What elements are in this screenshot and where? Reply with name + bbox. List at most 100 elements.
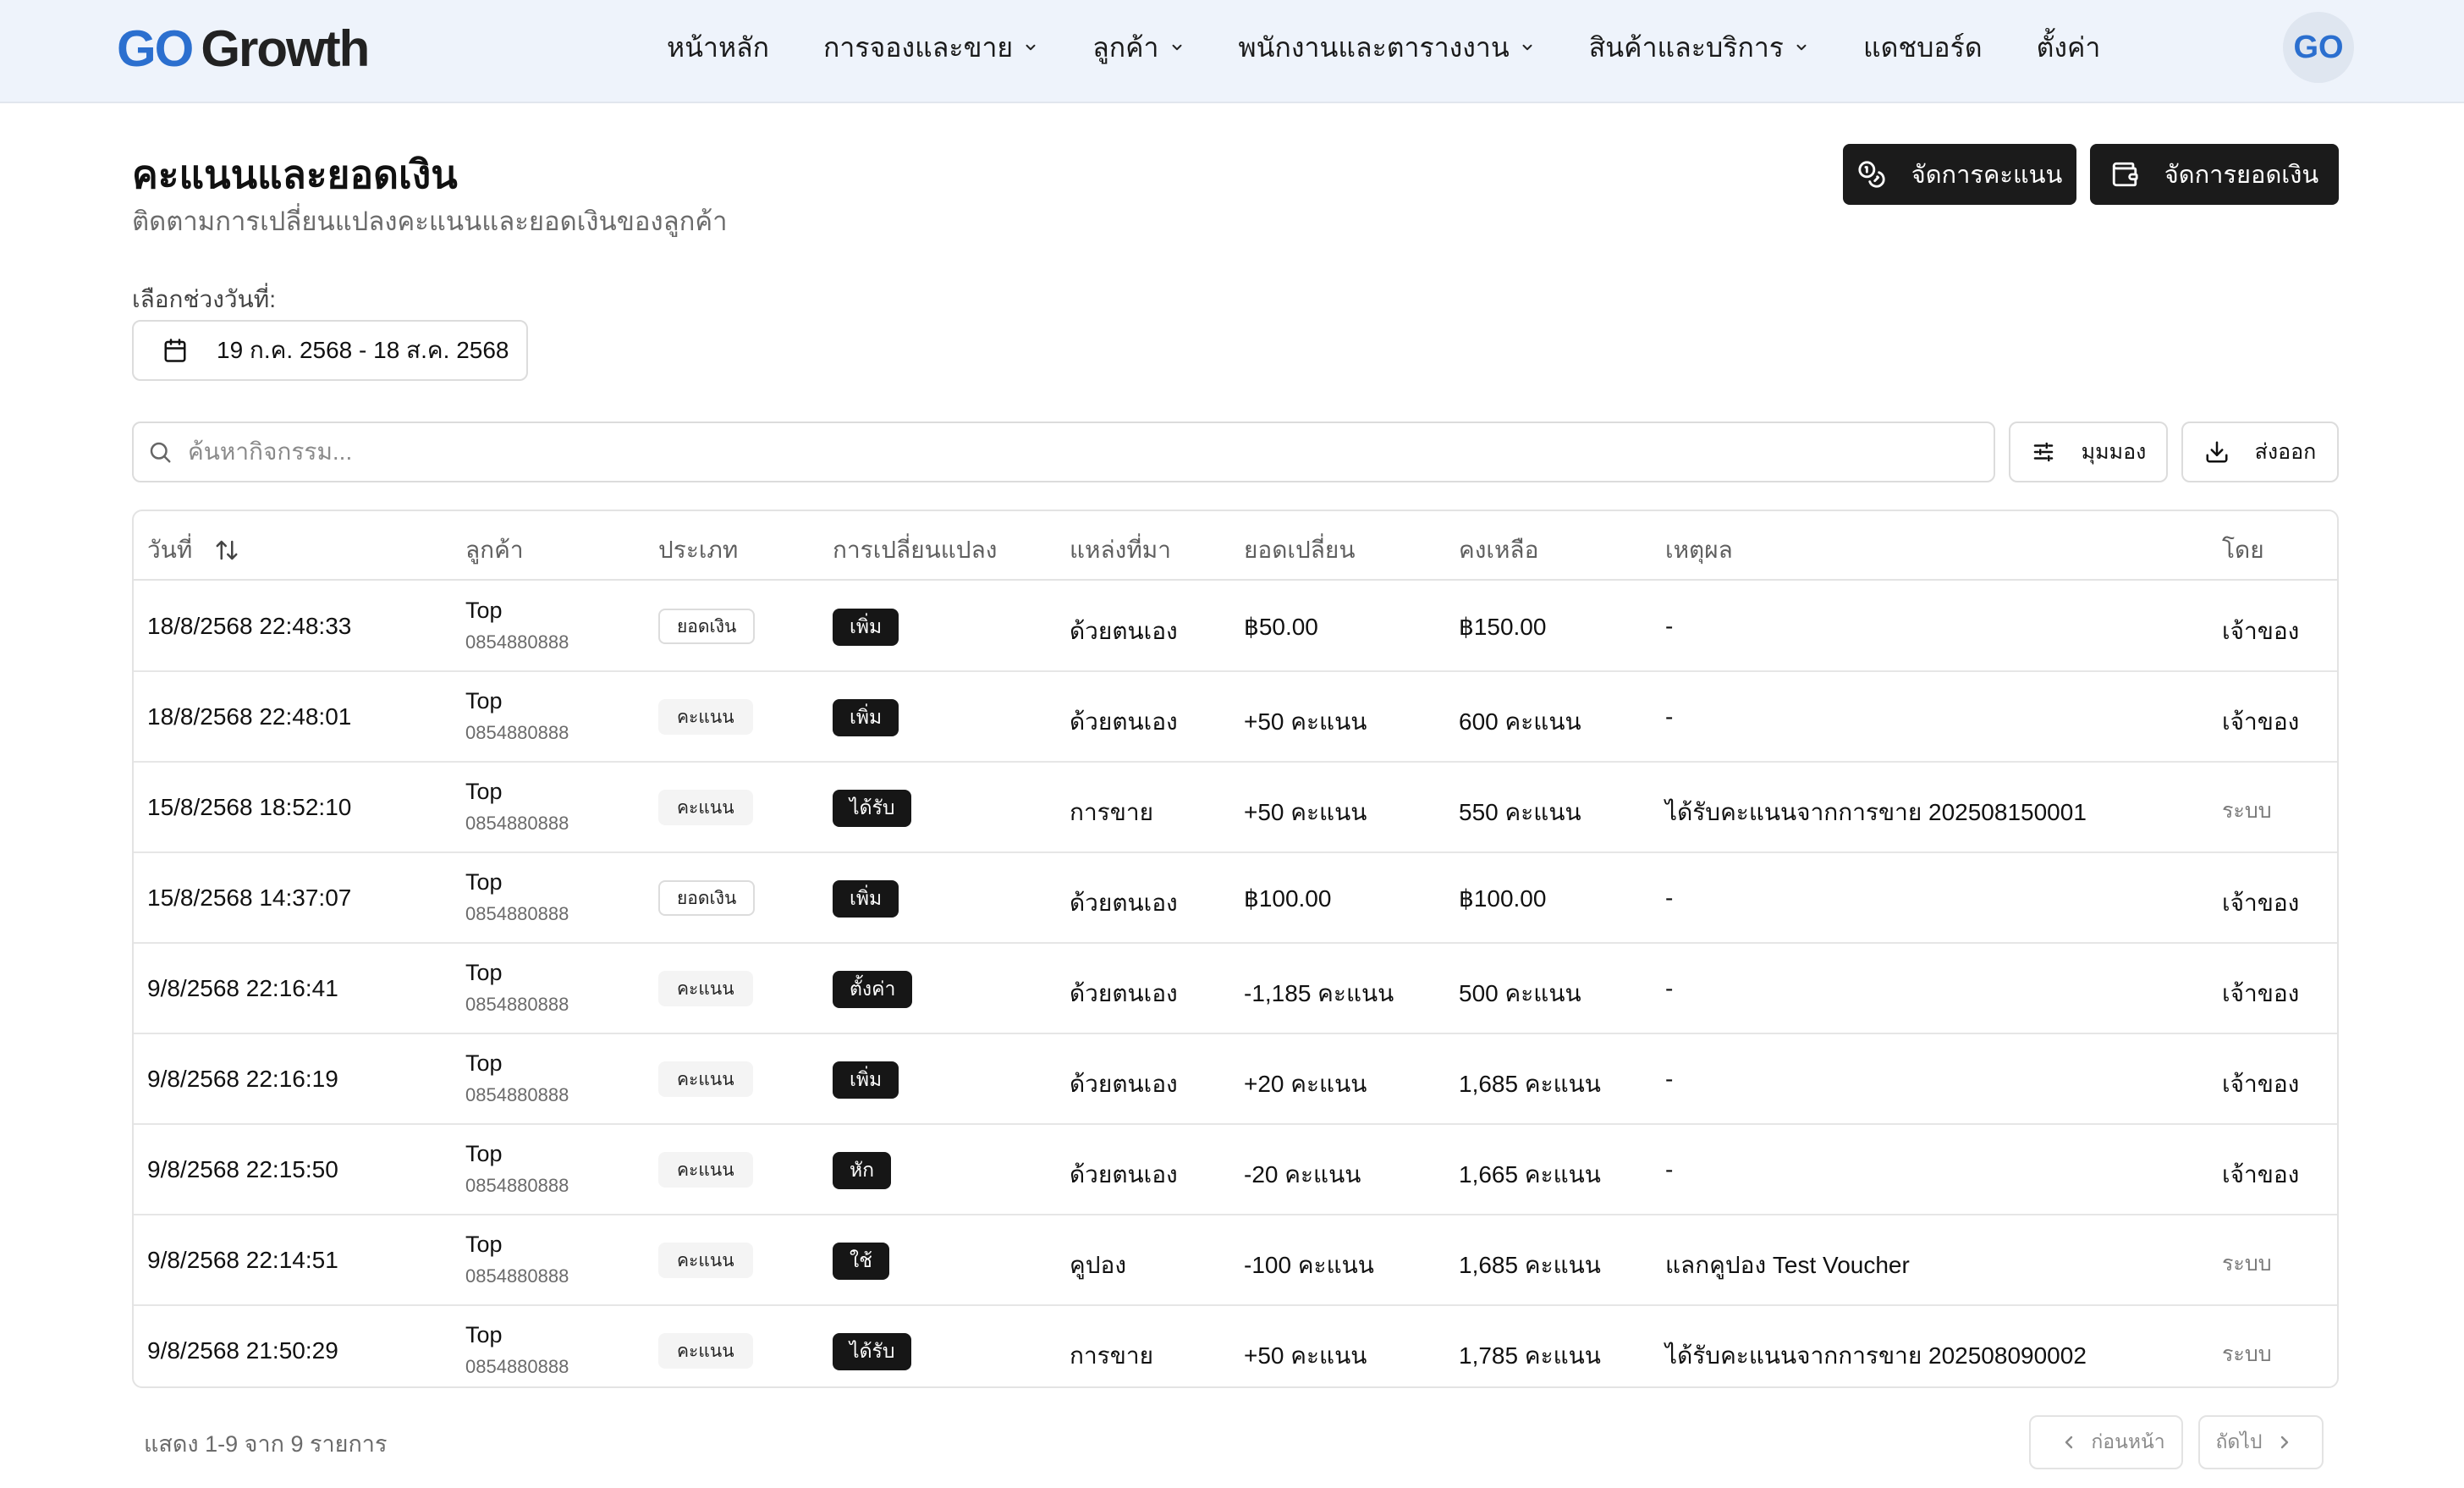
row-date: 9/8/2568 22:16:19 — [147, 1066, 338, 1092]
top-navbar: GO Growth หน้าหลัก การจองและขาย ลูกค้า พนัก… — [0, 0, 2464, 103]
type-badge: คะแนน — [658, 971, 753, 1006]
row-by: ระบบ — [2222, 1342, 2272, 1366]
nav-item-5[interactable]: แดชบอร์ด — [1863, 26, 1983, 69]
activity-table: วันที่ ลูกค้า ประเภท การเปลี่ยนแปลง แหล่… — [132, 510, 2339, 1388]
nav-item-6[interactable]: ตั้งค่า — [2037, 26, 2101, 69]
row-source: ด้วยตนเอง — [1070, 708, 1178, 735]
user-avatar[interactable]: GO — [2283, 12, 2354, 83]
pagination-summary: แสดง 1-9 จาก 9 รายการ — [144, 1431, 388, 1457]
export-label: ส่งออก — [2254, 440, 2317, 464]
date-range-picker[interactable]: 19 ก.ค. 2568 - 18 ส.ค. 2568 — [132, 320, 528, 381]
customer-name[interactable]: Top — [465, 779, 503, 805]
nav-item-2[interactable]: ลูกค้า — [1092, 26, 1184, 69]
nav-item-0[interactable]: หน้าหลัก — [667, 26, 769, 69]
row-source: การขาย — [1070, 799, 1153, 825]
row-source: ด้วยตนเอง — [1070, 618, 1178, 644]
row-reason: แลกคูปอง Test Voucher — [1665, 1252, 1910, 1278]
table-row[interactable]: 9/8/2568 22:16:19 Top 0854880888 คะแนน เพิ่ม… — [134, 1035, 2337, 1125]
customer-phone: 0854880888 — [465, 1084, 569, 1105]
nav-item-4[interactable]: สินค้าและบริการ — [1589, 26, 1809, 69]
column-header-remaining: คงเหลือ — [1459, 537, 1539, 563]
export-button[interactable]: ส่งออก — [2181, 422, 2339, 482]
next-page-label: ถัดไป — [2215, 1430, 2263, 1452]
customer-phone: 0854880888 — [465, 994, 569, 1015]
page-title: คะแนนและยอดเงิน — [132, 152, 458, 196]
table-row[interactable]: 18/8/2568 22:48:33 Top 0854880888 ยอดเงิน เพ… — [134, 582, 2337, 672]
row-date: 9/8/2568 22:16:41 — [147, 975, 338, 1001]
type-badge: คะแนน — [658, 1152, 753, 1188]
go-growth-logo[interactable]: GO Growth — [117, 19, 370, 78]
chevron-down-icon — [1796, 44, 1807, 51]
customer-name[interactable]: Top — [465, 869, 503, 896]
row-amount: ฿50.00 — [1244, 614, 1318, 640]
sort-arrows-icon[interactable] — [214, 537, 239, 563]
row-reason: - — [1665, 1156, 1674, 1182]
table-row[interactable]: 9/8/2568 22:14:51 Top 0854880888 คะแนน ใช้ คู… — [134, 1216, 2337, 1306]
manage-points-button[interactable]: จัดการคะแนน — [1843, 144, 2076, 205]
row-by: เจ้าของ — [2222, 1161, 2300, 1188]
type-badge: คะแนน — [658, 1243, 753, 1278]
customer-name[interactable]: Top — [465, 1322, 503, 1348]
column-header-amount: ยอดเปลี่ยน — [1244, 537, 1356, 563]
type-badge: คะแนน — [658, 1061, 753, 1097]
nav-item-1[interactable]: การจองและขาย — [823, 26, 1038, 69]
search-icon — [150, 442, 171, 463]
customer-phone: 0854880888 — [465, 1175, 569, 1196]
nav-item-3[interactable]: พนักงานและตารางงาน — [1239, 26, 1535, 69]
nav-item-label: สินค้าและบริการ — [1588, 31, 1784, 63]
row-source: การขาย — [1070, 1342, 1153, 1369]
customer-phone: 0854880888 — [465, 722, 569, 743]
column-header-type: ประเภท — [658, 537, 739, 563]
row-date: 15/8/2568 14:37:07 — [147, 885, 352, 911]
nav-item-label: แดชบอร์ด — [1862, 31, 1983, 63]
chevron-right-icon — [2280, 1436, 2288, 1449]
nav-item-label: ลูกค้า — [1092, 31, 1159, 63]
coins-icon — [1858, 161, 1885, 188]
row-remaining: 550 คะแนน — [1459, 799, 1581, 825]
table-row[interactable]: 15/8/2568 14:37:07 Top 0854880888 ยอดเงิน เพ… — [134, 854, 2337, 944]
customer-phone: 0854880888 — [465, 1356, 569, 1377]
column-header-date[interactable]: วันที่ — [147, 532, 239, 569]
row-date: 9/8/2568 22:14:51 — [147, 1247, 338, 1273]
column-header-by: โดย — [2222, 537, 2264, 563]
customer-phone: 0854880888 — [465, 1265, 569, 1287]
activity-search — [132, 422, 1995, 482]
change-badge: เพิ่ม — [833, 699, 899, 736]
row-reason: - — [1665, 703, 1674, 730]
table-row[interactable]: 15/8/2568 18:52:10 Top 0854880888 คะแนน ได้ร… — [134, 763, 2337, 853]
nav-item-label: ตั้งค่า — [2036, 31, 2101, 63]
customer-name[interactable]: Top — [465, 1141, 503, 1167]
customer-name[interactable]: Top — [465, 960, 503, 986]
type-badge: คะแนน — [658, 1333, 753, 1369]
manage-points-label: จัดการคะแนน — [1911, 162, 2063, 189]
date-range-value: 19 ก.ค. 2568 - 18 ส.ค. 2568 — [217, 337, 509, 363]
customer-name[interactable]: Top — [465, 1232, 503, 1258]
row-source: ด้วยตนเอง — [1070, 890, 1178, 916]
next-page-button[interactable]: ถัดไป — [2198, 1415, 2324, 1469]
type-badge: ยอดเงิน — [658, 609, 756, 644]
table-row[interactable]: 9/8/2568 22:15:50 Top 0854880888 คะแนน หัก ด้… — [134, 1126, 2337, 1215]
customer-name[interactable]: Top — [465, 688, 503, 714]
row-reason: ได้รับคะแนนจากการขาย 202508090002 — [1665, 1342, 2087, 1369]
row-source: คูปอง — [1070, 1252, 1126, 1278]
row-by: เจ้าของ — [2222, 890, 2300, 916]
page-subtitle: ติดตามการเปลี่ยนแปลงคะแนนและยอดเงินของลู… — [132, 207, 728, 236]
row-by: เจ้าของ — [2222, 708, 2300, 735]
nav-item-label: พนักงานและตารางงาน — [1238, 31, 1510, 63]
type-badge: ยอดเงิน — [658, 880, 756, 916]
table-row[interactable]: 18/8/2568 22:48:01 Top 0854880888 คะแนน เพิ่… — [134, 673, 2337, 763]
row-amount: +50 คะแนน — [1244, 799, 1367, 825]
table-row[interactable]: 9/8/2568 21:50:29 Top 0854880888 คะแนน ได้รั… — [134, 1307, 2337, 1386]
row-amount: +20 คะแนน — [1244, 1071, 1367, 1097]
customer-name[interactable]: Top — [465, 1050, 503, 1077]
row-amount: -20 คะแนน — [1244, 1161, 1361, 1188]
row-reason: ได้รับคะแนนจากการขาย 202508150001 — [1665, 799, 2087, 825]
view-options-button[interactable]: มุมมอง — [2009, 422, 2168, 482]
customer-name[interactable]: Top — [465, 598, 503, 624]
chevron-down-icon — [1522, 44, 1532, 51]
manage-balance-button[interactable]: จัดการยอดเงิน — [2090, 144, 2339, 205]
table-row[interactable]: 9/8/2568 22:16:41 Top 0854880888 คะแนน ตั้งค… — [134, 945, 2337, 1034]
search-input[interactable] — [188, 438, 1880, 466]
wallet-icon — [2112, 162, 2138, 187]
previous-page-button[interactable]: ก่อนหน้า — [2029, 1415, 2183, 1469]
